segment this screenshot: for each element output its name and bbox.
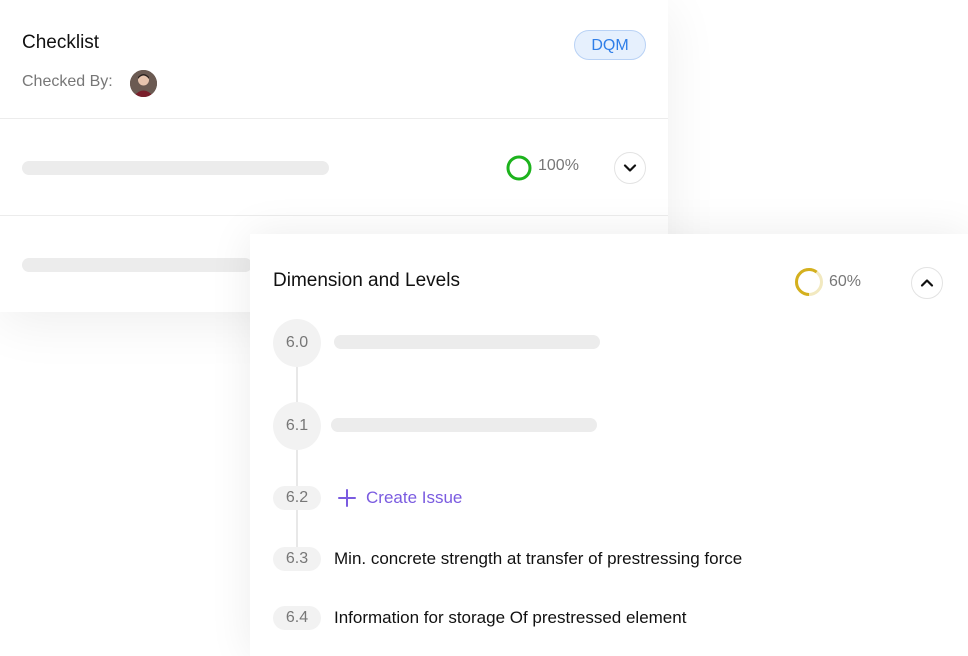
row-percent: 100%: [538, 157, 579, 174]
progress-ring-icon: [506, 155, 532, 181]
item-number: 6.4: [273, 606, 321, 630]
avatar[interactable]: [130, 70, 157, 97]
section-title: Dimension and Levels: [273, 270, 460, 291]
item-text: Min. concrete strength at transfer of pr…: [334, 549, 743, 568]
item-number: 6.1: [273, 402, 321, 450]
checklist-header: Checklist DQM Checked By:: [22, 30, 646, 110]
checked-by-label: Checked By:: [22, 73, 113, 90]
item-text: Information for storage Of prestressed e…: [334, 608, 687, 627]
create-issue-label: Create Issue: [366, 488, 463, 507]
create-issue-button[interactable]: Create Issue: [336, 484, 462, 512]
chevron-down-icon: [623, 164, 637, 172]
checklist-title: Checklist: [22, 32, 100, 53]
plus-icon: [338, 489, 356, 507]
divider: [0, 118, 668, 119]
skeleton-placeholder: [334, 335, 600, 349]
item-number: 6.2: [273, 486, 321, 510]
timeline-line: [296, 364, 298, 564]
item-number: 6.3: [273, 547, 321, 571]
divider: [0, 215, 668, 216]
collapse-button[interactable]: [911, 267, 943, 299]
section-card: Dimension and Levels 60% 6.0 6.1 6.2 Cre…: [250, 234, 968, 656]
progress-ring-icon: [795, 268, 823, 296]
item-number: 6.0: [273, 319, 321, 367]
section-percent: 60%: [829, 273, 862, 290]
skeleton-placeholder: [331, 418, 597, 432]
dqm-badge[interactable]: DQM: [574, 30, 646, 60]
chevron-up-icon: [920, 279, 934, 287]
expand-button[interactable]: [614, 152, 646, 184]
skeleton-placeholder: [22, 161, 329, 175]
skeleton-placeholder: [22, 258, 252, 272]
